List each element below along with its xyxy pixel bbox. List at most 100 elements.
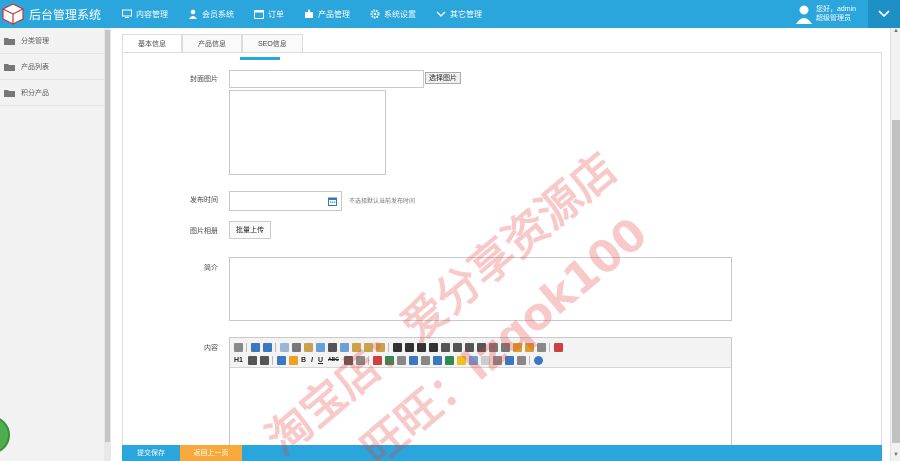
code-icon[interactable] (316, 342, 325, 352)
hr-icon[interactable] (444, 355, 454, 365)
avatar-icon (796, 5, 812, 24)
fullscreen-icon[interactable] (554, 342, 563, 352)
font-family-icon[interactable] (247, 355, 257, 365)
nav-content[interactable]: 内容管理 (112, 0, 178, 28)
pagebreak-icon[interactable] (480, 355, 490, 365)
pointer-icon[interactable] (537, 342, 546, 352)
baidumap-icon[interactable] (468, 355, 478, 365)
unordered-list-icon[interactable] (453, 342, 462, 352)
strikethrough-button[interactable]: ABC (328, 357, 339, 363)
line-height-icon[interactable] (343, 355, 353, 365)
table-icon[interactable] (432, 355, 442, 365)
calendar-icon (254, 10, 264, 19)
choose-image-button[interactable]: 选择图片 (425, 72, 461, 84)
source-icon[interactable] (234, 342, 243, 352)
emoticon-icon[interactable] (456, 355, 466, 365)
nav-orders-label: 订单 (268, 9, 284, 19)
toolbar-separator (275, 342, 276, 352)
ordered-list-icon[interactable] (441, 342, 450, 352)
content-label: 内容 (204, 345, 218, 352)
help-icon[interactable] (533, 355, 543, 365)
underline-button[interactable]: U (318, 357, 323, 364)
user-menu-toggle[interactable] (868, 0, 900, 28)
toolbar-separator (367, 355, 369, 365)
unlink-icon[interactable] (516, 355, 526, 365)
highlight-color-icon[interactable] (288, 355, 298, 365)
user-panel[interactable]: 您好，admin 超级管理员 (795, 2, 856, 26)
outdent-icon[interactable] (477, 342, 486, 352)
submit-save-button[interactable]: 提交保存 (122, 445, 180, 461)
bold-button[interactable]: B (301, 357, 306, 364)
toolbar-separator (388, 342, 389, 352)
font-size-icon[interactable] (259, 355, 269, 365)
toolbar-separator (246, 342, 247, 352)
nav-orders[interactable]: 订单 (244, 0, 294, 28)
floating-service-button[interactable] (0, 416, 10, 454)
sidebar-item-category[interactable]: 分类管理 (0, 28, 110, 54)
scroll-up-arrow[interactable]: ▲ (891, 28, 900, 37)
paste-text-icon[interactable] (364, 342, 373, 352)
italic-button[interactable]: I (311, 357, 313, 364)
nav-products[interactable]: 产品管理 (294, 0, 360, 28)
main-scrollbar-thumb[interactable] (892, 120, 900, 443)
sidebar-scrollbar[interactable] (104, 28, 111, 461)
align-justify-icon[interactable] (429, 342, 438, 352)
indent-icon[interactable] (465, 342, 474, 352)
monitor-icon (122, 9, 132, 18)
back-button[interactable]: 返回上一页 (180, 445, 242, 461)
image-icon[interactable] (372, 355, 382, 365)
folder-icon (4, 63, 15, 71)
paste-icon[interactable] (352, 342, 361, 352)
toolbar-separator (528, 355, 530, 365)
superscript-icon[interactable] (501, 342, 510, 352)
intro-textarea[interactable] (229, 257, 732, 321)
sidebar-scrollbar-thumb[interactable] (105, 30, 110, 442)
font-color-icon[interactable] (276, 355, 286, 365)
calendar-icon[interactable] (328, 197, 337, 206)
puzzle-icon (305, 9, 313, 18)
media-icon[interactable] (408, 355, 418, 365)
sidebar-item-points-products[interactable]: 积分产品 (0, 80, 110, 106)
eraser-icon[interactable] (355, 355, 365, 365)
select-all-icon[interactable] (525, 342, 534, 352)
align-right-icon[interactable] (417, 342, 426, 352)
redo-icon[interactable] (263, 342, 272, 352)
scroll-down-arrow[interactable]: ▼ (891, 452, 900, 461)
tab-basic-info[interactable]: 基本信息 (122, 34, 182, 52)
batch-upload-button[interactable]: 批量上传 (229, 221, 271, 239)
anchor-icon[interactable] (492, 355, 502, 365)
preview-icon[interactable] (280, 342, 289, 352)
flash-icon[interactable] (396, 355, 406, 365)
align-center-icon[interactable] (405, 342, 414, 352)
folder-icon (4, 37, 15, 45)
link-icon[interactable] (504, 355, 514, 365)
copy-icon[interactable] (340, 342, 349, 352)
sidebar-item-products[interactable]: 产品列表 (0, 54, 110, 80)
cover-image-path-input[interactable] (229, 70, 424, 88)
heading-dropdown[interactable]: H1 (234, 357, 243, 364)
editor-toolbar-row-2: H1 B I U ABC (234, 354, 546, 366)
multi-image-icon[interactable] (384, 355, 394, 365)
attachment-icon[interactable] (420, 355, 430, 365)
tab-seo-info[interactable]: SEO信息 (242, 34, 303, 52)
subscript-icon[interactable] (489, 342, 498, 352)
align-left-icon[interactable] (393, 342, 402, 352)
rich-text-editor[interactable]: H1 B I U ABC (229, 337, 732, 461)
undo-icon[interactable] (251, 342, 260, 352)
sidebar: 分类管理 产品列表 积分产品 (0, 28, 111, 461)
toolbar-separator (549, 342, 550, 352)
nav-other[interactable]: 其它管理 (426, 0, 492, 28)
paste-word-icon[interactable] (376, 342, 385, 352)
nav-settings[interactable]: 系统设置 (360, 0, 426, 28)
publish-time-label: 发布时间 (190, 197, 218, 204)
print-icon[interactable] (292, 342, 301, 352)
cut-icon[interactable] (328, 342, 337, 352)
publish-time-input[interactable] (229, 191, 342, 211)
nav-members[interactable]: 会员系统 (178, 0, 244, 28)
template-icon[interactable] (304, 342, 313, 352)
editor-toolbar-row-1 (234, 341, 566, 353)
clear-format-icon[interactable] (513, 342, 522, 352)
tab-product-info[interactable]: 产品信息 (182, 34, 242, 52)
main-scrollbar[interactable]: ▲ ▼ (890, 28, 900, 461)
brand: 后台管理系统 (2, 2, 112, 26)
